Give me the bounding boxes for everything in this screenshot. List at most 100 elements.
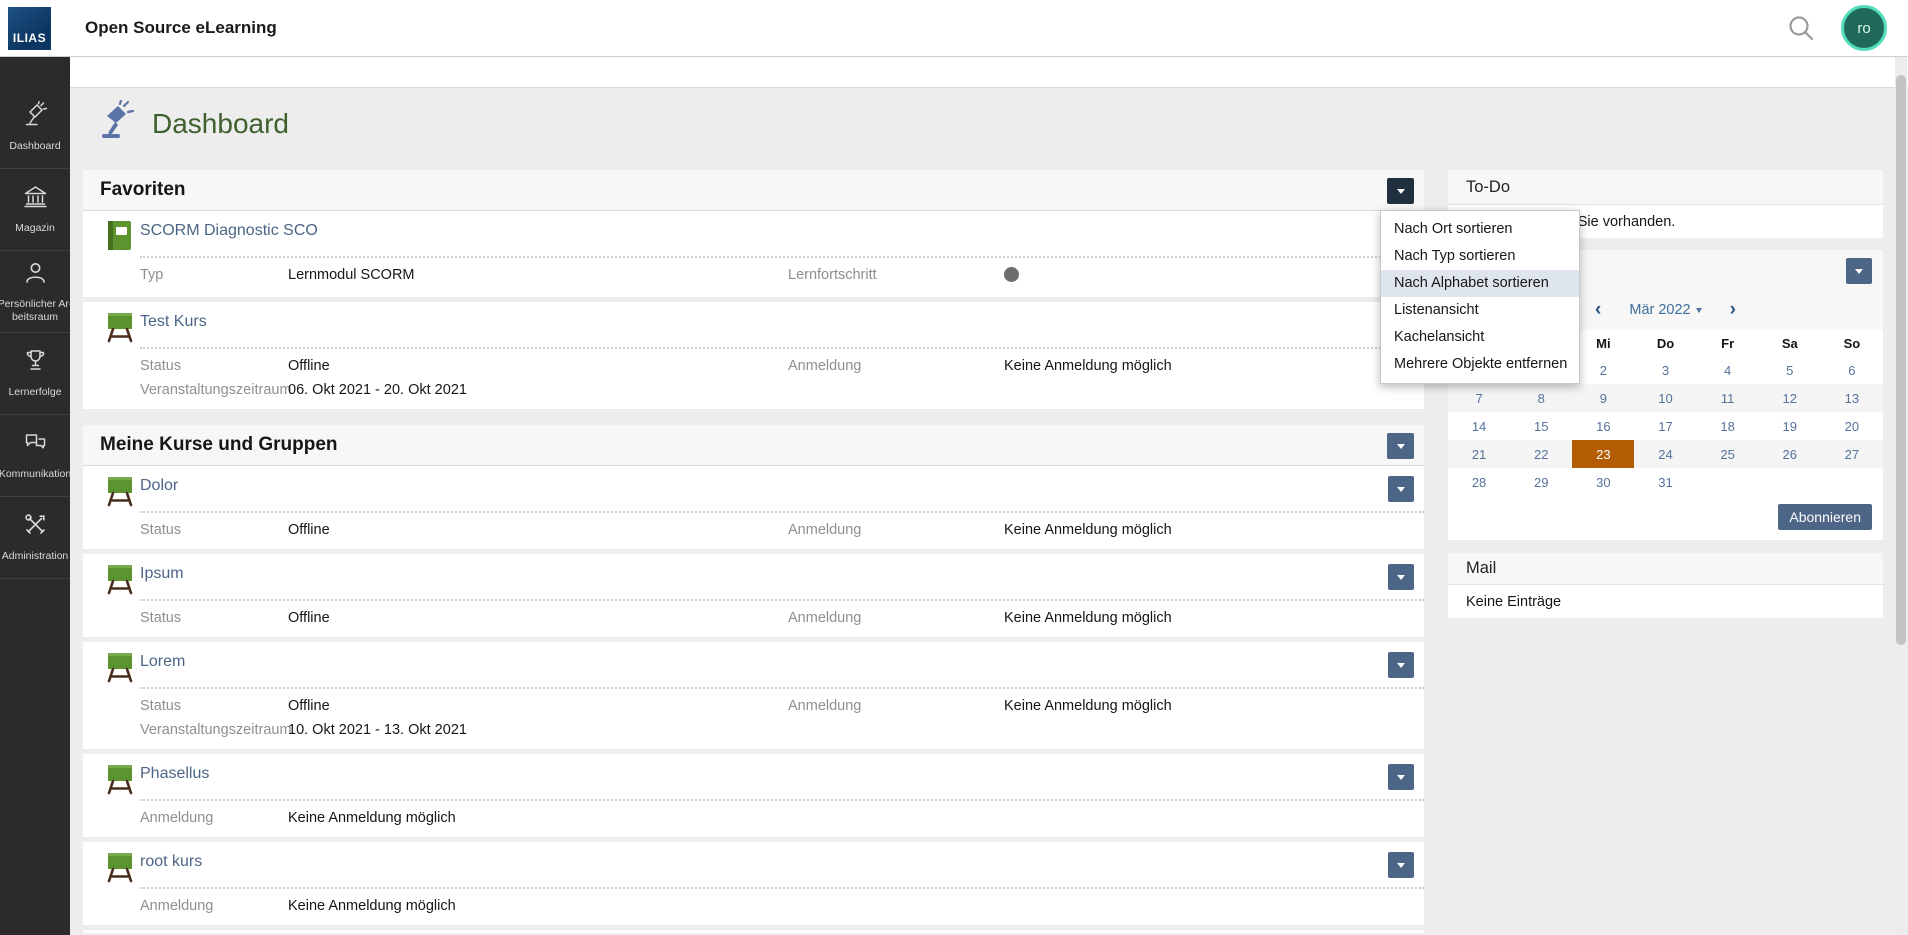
property-label: Veranstaltungszeitraum: [140, 720, 288, 740]
calendar-day[interactable]: 8: [1510, 384, 1572, 412]
calendar-day[interactable]: 27: [1821, 440, 1883, 468]
favorites-sort-dropdown-button[interactable]: [1387, 178, 1414, 204]
dotted-divider: [140, 687, 1424, 689]
object-title-link[interactable]: Phasellus: [140, 765, 209, 783]
calendar-day[interactable]: 20: [1821, 412, 1883, 440]
property-label: Veranstaltungszeitraum: [140, 380, 288, 400]
menu-item[interactable]: Mehrere Objekte entfernen: [1381, 351, 1579, 378]
menu-item[interactable]: Nach Ort sortieren: [1381, 216, 1579, 243]
item-actions-dropdown-button[interactable]: [1388, 564, 1414, 590]
calendar-day[interactable]: 6: [1821, 356, 1883, 384]
object-title-link[interactable]: Dolor: [140, 477, 178, 495]
object-title-link[interactable]: root kurs: [140, 853, 202, 871]
calendar-day[interactable]: 3: [1634, 356, 1696, 384]
calendar-day[interactable]: 12: [1759, 384, 1821, 412]
courses-actions-dropdown-button[interactable]: [1387, 433, 1414, 459]
item-actions-dropdown-button[interactable]: [1388, 852, 1414, 878]
sidebar-item-label: Lernerfolge: [0, 386, 70, 399]
calendar-day[interactable]: 29: [1510, 468, 1572, 496]
list-item: DolorStatusOfflineAnmeldungKeine Anmeldu…: [83, 466, 1424, 549]
calendar-day[interactable]: 5: [1759, 356, 1821, 384]
property-value: 06. Okt 2021 - 20. Okt 2021: [288, 380, 788, 400]
calendar-day[interactable]: 2: [1572, 356, 1634, 384]
item-actions-dropdown-button[interactable]: [1388, 764, 1414, 790]
object-title-link[interactable]: Lorem: [140, 653, 185, 671]
property-value: Keine Anmeldung möglich: [1004, 608, 1424, 628]
calendar-day[interactable]: 4: [1697, 356, 1759, 384]
property-label: Status: [140, 356, 288, 376]
property-label: Anmeldung: [140, 896, 288, 916]
menu-item[interactable]: Kachelansicht: [1381, 324, 1579, 351]
course-icon: [105, 651, 135, 688]
month-select[interactable]: Mär 2022: [1629, 302, 1701, 318]
next-month-button[interactable]: ›: [1730, 303, 1736, 317]
sidebar-item-dashboard[interactable]: Dashboard: [0, 87, 70, 169]
calendar-day[interactable]: 18: [1697, 412, 1759, 440]
item-actions-dropdown-button[interactable]: [1388, 476, 1414, 502]
sidebar-item-lernerfolge[interactable]: Lernerfolge: [0, 333, 70, 415]
calendar-day[interactable]: 7: [1448, 384, 1510, 412]
calendar-day[interactable]: 23: [1572, 440, 1634, 468]
weekday-header: Do: [1634, 330, 1696, 356]
scrollbar-thumb[interactable]: [1896, 75, 1906, 645]
calendar-day[interactable]: 25: [1697, 440, 1759, 468]
sidebar-item-kommunikation[interactable]: Kommunikation: [0, 415, 70, 497]
sidebar-item-persoenlicher-arbeitsraum[interactable]: Persönlicher Ar- beitsraum: [0, 251, 70, 333]
property-label: [788, 808, 1004, 828]
chevron-down-icon: [1696, 308, 1702, 313]
calendar-day[interactable]: 11: [1697, 384, 1759, 412]
prev-month-button[interactable]: ‹: [1595, 303, 1601, 317]
page-title: Dashboard: [152, 108, 289, 140]
calendar-footer: Abonnieren: [1448, 496, 1883, 540]
search-icon[interactable]: [1786, 13, 1816, 43]
property-label: [788, 380, 1004, 400]
property-label: Anmeldung: [788, 356, 1004, 376]
property-value: Keine Anmeldung möglich: [1004, 356, 1424, 376]
item-actions-dropdown-button[interactable]: [1388, 652, 1414, 678]
sidebar-item-label: Dashboard: [0, 140, 70, 153]
courses-title: Meine Kurse und Gruppen: [100, 434, 338, 456]
sidebar-item-label: Administration: [0, 550, 70, 563]
calendar-day[interactable]: 9: [1572, 384, 1634, 412]
subscribe-button[interactable]: Abonnieren: [1778, 504, 1872, 530]
course-icon: [105, 763, 135, 800]
sidebar-item-administration[interactable]: Administration: [0, 497, 70, 579]
favorites-panel: Favoriten SCORM Diagnostic SCOTypLernmod…: [83, 170, 1424, 409]
calendar-day[interactable]: 10: [1634, 384, 1696, 412]
property-label: Anmeldung: [788, 608, 1004, 628]
calendar-day[interactable]: 22: [1510, 440, 1572, 468]
object-title-link[interactable]: Test Kurs: [140, 313, 207, 331]
calendar-day[interactable]: 16: [1572, 412, 1634, 440]
calendar-day[interactable]: 31: [1634, 468, 1696, 496]
property-value: [1004, 808, 1424, 828]
calendar-day[interactable]: 24: [1634, 440, 1696, 468]
sidebar-item-magazin[interactable]: Magazin: [0, 169, 70, 251]
toolbar-strip: [70, 57, 1908, 88]
list-item: root kursAnmeldungKeine Anmeldung möglic…: [83, 837, 1424, 925]
object-title-link[interactable]: SCORM Diagnostic SCO: [140, 222, 318, 240]
calendar-empty-cell: [1759, 468, 1821, 496]
course-icon: [105, 851, 135, 888]
property-value: Keine Anmeldung möglich: [288, 808, 788, 828]
calendar-day[interactable]: 28: [1448, 468, 1510, 496]
menu-item[interactable]: Listenansicht: [1381, 297, 1579, 324]
calendar-day[interactable]: 17: [1634, 412, 1696, 440]
calendar-day[interactable]: 15: [1510, 412, 1572, 440]
calendar-day[interactable]: 21: [1448, 440, 1510, 468]
scrollbar-track[interactable]: [1895, 57, 1907, 935]
repository-icon: [22, 183, 49, 215]
menu-item[interactable]: Nach Alphabet sortieren: [1381, 270, 1579, 297]
calendar-day[interactable]: 14: [1448, 412, 1510, 440]
dotted-divider: [140, 599, 1424, 601]
calendar-day[interactable]: 26: [1759, 440, 1821, 468]
object-title-link[interactable]: Ipsum: [140, 565, 184, 583]
calendar-day[interactable]: 30: [1572, 468, 1634, 496]
avatar[interactable]: ro: [1841, 5, 1887, 51]
dotted-divider: [140, 511, 1424, 513]
menu-item[interactable]: Nach Typ sortieren: [1381, 243, 1579, 270]
calendar-options-dropdown-button[interactable]: [1846, 258, 1872, 284]
property-value: 10. Okt 2021 - 13. Okt 2021: [288, 720, 788, 740]
calendar-day[interactable]: 13: [1821, 384, 1883, 412]
ilias-logo[interactable]: ILIAS: [8, 7, 51, 50]
calendar-day[interactable]: 19: [1759, 412, 1821, 440]
